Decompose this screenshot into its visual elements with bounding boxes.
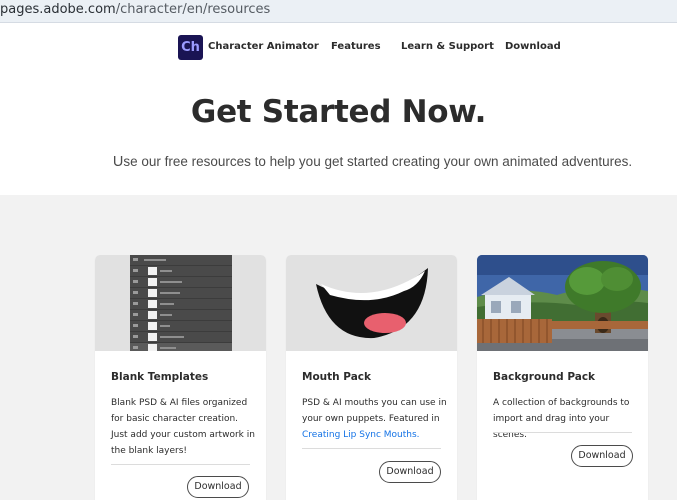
creating-lip-sync-mouths-link[interactable]: Creating Lip Sync Mouths. (302, 430, 420, 440)
layers-panel-image (130, 255, 232, 351)
background-pack-thumbnail (477, 255, 648, 351)
mouth-illustration (316, 268, 428, 339)
url-host: pages.adobe.com (0, 2, 116, 17)
url-text[interactable]: pages.adobe.com/character/en/resources (0, 2, 270, 17)
card-divider (111, 464, 250, 465)
subtitle-lead: U (112, 154, 124, 170)
url-path: /character/en/resources (115, 2, 271, 17)
mouth-pack-download-button[interactable]: Download (379, 461, 441, 483)
background-pack-download-button[interactable]: Download (571, 445, 633, 467)
page-subtitle: Use our free resources to help you get s… (0, 154, 677, 170)
brand-name-link[interactable]: Character Animator (208, 41, 319, 52)
card-description: PSD & AI mouths you can use in your own … (302, 395, 448, 443)
card-description: A collection of backgrounds to import an… (493, 398, 630, 440)
nav-features-link[interactable]: Features (331, 41, 381, 52)
hero-section: Get Started Now. Use our free resources … (0, 75, 677, 195)
blank-templates-download-button[interactable]: Download (187, 476, 249, 498)
top-navigation: Ch Character Animator Features Learn & S… (0, 23, 677, 75)
nav-learn-support-link[interactable]: Learn & Support (401, 41, 494, 52)
card-background-pack: Background Pack A collection of backgrou… (477, 255, 648, 500)
card-divider (302, 448, 441, 449)
browser-address-bar[interactable]: pages.adobe.com/character/en/resources (0, 0, 677, 23)
subtitle-text: se our free resources to help you get st… (123, 154, 633, 169)
card-blank-templates: Blank Templates Blank PSD & AI files org… (95, 255, 266, 500)
card-description: Blank PSD & AI files organized for basic… (111, 398, 255, 456)
mouth-pack-thumbnail (286, 255, 457, 351)
character-animator-logo-icon[interactable]: Ch (178, 35, 203, 60)
page-title: Get Started Now. (190, 94, 487, 130)
card-title: Blank Templates (111, 371, 209, 383)
blank-templates-thumbnail (95, 255, 266, 351)
card-divider (493, 432, 632, 433)
card-title: Mouth Pack (302, 371, 371, 383)
card-mouth-pack: Mouth Pack PSD & AI mouths you can use i… (286, 255, 457, 500)
card-description-text: PSD & AI mouths you can use in your own … (302, 398, 447, 424)
card-title: Background Pack (493, 371, 596, 383)
background-scene-illustration (477, 255, 648, 351)
nav-download-link[interactable]: Download (505, 41, 561, 52)
